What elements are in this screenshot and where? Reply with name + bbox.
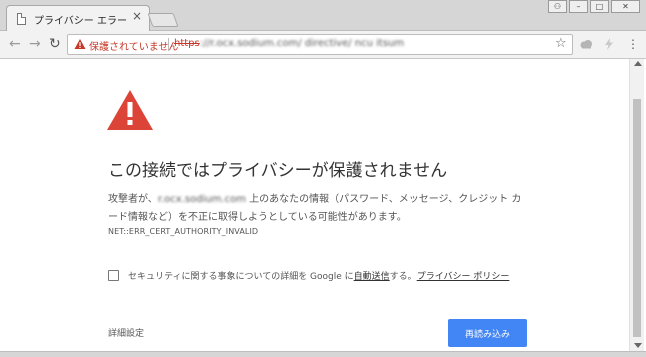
security-status[interactable]: 保護されていません <box>89 38 178 53</box>
document-icon <box>17 13 26 25</box>
error-code: NET::ERR_CERT_AUTHORITY_INVALID <box>108 227 259 236</box>
close-window-button[interactable]: ✕ <box>611 0 640 13</box>
omnibox-divider <box>168 38 169 51</box>
browser-toolbar: ← → ↻ 保護されていません https ://r.ocx.sodium.co… <box>0 31 646 59</box>
menu-icon[interactable]: ⋮ <box>627 36 639 52</box>
back-button[interactable]: ← <box>9 36 21 52</box>
report-checkbox-row: セキュリティに関する事象についての詳細を Google に自動送信する。プライバ… <box>108 269 509 282</box>
checkbox-label-prefix: セキュリティに関する事象についての詳細を Google に <box>128 272 354 282</box>
blurred-hostname: r.ocx.sodium.com <box>157 194 246 205</box>
reload-button[interactable]: 再読み込み <box>448 319 527 347</box>
forward-button[interactable]: → <box>29 36 41 52</box>
description-prefix: 攻撃者が、 <box>108 194 158 205</box>
page-title: この接続ではプライバシーが保護されません <box>108 161 448 181</box>
checkbox-label: セキュリティに関する事象についての詳細を Google に自動送信する。プライバ… <box>128 269 509 282</box>
new-tab-button[interactable] <box>147 13 179 27</box>
title-bar: プライバシー エラー × ⚇ – □ ✕ <box>0 0 646 32</box>
url-scheme: https <box>174 38 200 49</box>
warning-icon <box>74 39 86 49</box>
auto-send-link[interactable]: 自動送信 <box>354 272 390 282</box>
reload-icon[interactable]: ↻ <box>49 36 61 52</box>
extension-cloud-icon[interactable] <box>579 37 593 51</box>
window-controls: ⚇ – □ ✕ <box>546 0 640 13</box>
warning-description: 攻撃者が、r.ocx.sodium.com 上のあなたの情報（パスワード、メッセ… <box>108 191 528 227</box>
tab-close-icon[interactable]: × <box>132 9 142 23</box>
scroll-down-arrow-icon[interactable] <box>634 343 642 348</box>
user-icon[interactable]: ⚇ <box>548 0 567 13</box>
window-bottom-frame <box>0 351 646 357</box>
vertical-scrollbar[interactable] <box>629 59 644 351</box>
report-checkbox[interactable] <box>108 270 119 281</box>
advanced-details-button[interactable]: 詳細設定 <box>108 326 144 339</box>
privacy-policy-link[interactable]: プライバシー ポリシー <box>417 272 510 282</box>
scroll-up-arrow-icon[interactable] <box>634 61 642 66</box>
tab-title: プライバシー エラー <box>34 16 127 27</box>
address-bar[interactable]: 保護されていません https ://r.ocx.sodium.com/ dir… <box>67 34 573 55</box>
minimize-button[interactable]: – <box>569 0 588 13</box>
extension-bolt-icon[interactable] <box>602 37 616 51</box>
checkbox-label-mid: する。 <box>389 272 417 282</box>
browser-tab[interactable]: プライバシー エラー × <box>6 5 150 32</box>
scroll-thumb[interactable] <box>633 99 641 337</box>
warning-triangle-icon <box>107 90 153 130</box>
bookmark-star-icon[interactable]: ☆ <box>555 36 567 51</box>
maximize-button[interactable]: □ <box>590 0 609 13</box>
url-text: ://r.ocx.sodium.com/ directive/ ncu itsu… <box>200 38 405 49</box>
